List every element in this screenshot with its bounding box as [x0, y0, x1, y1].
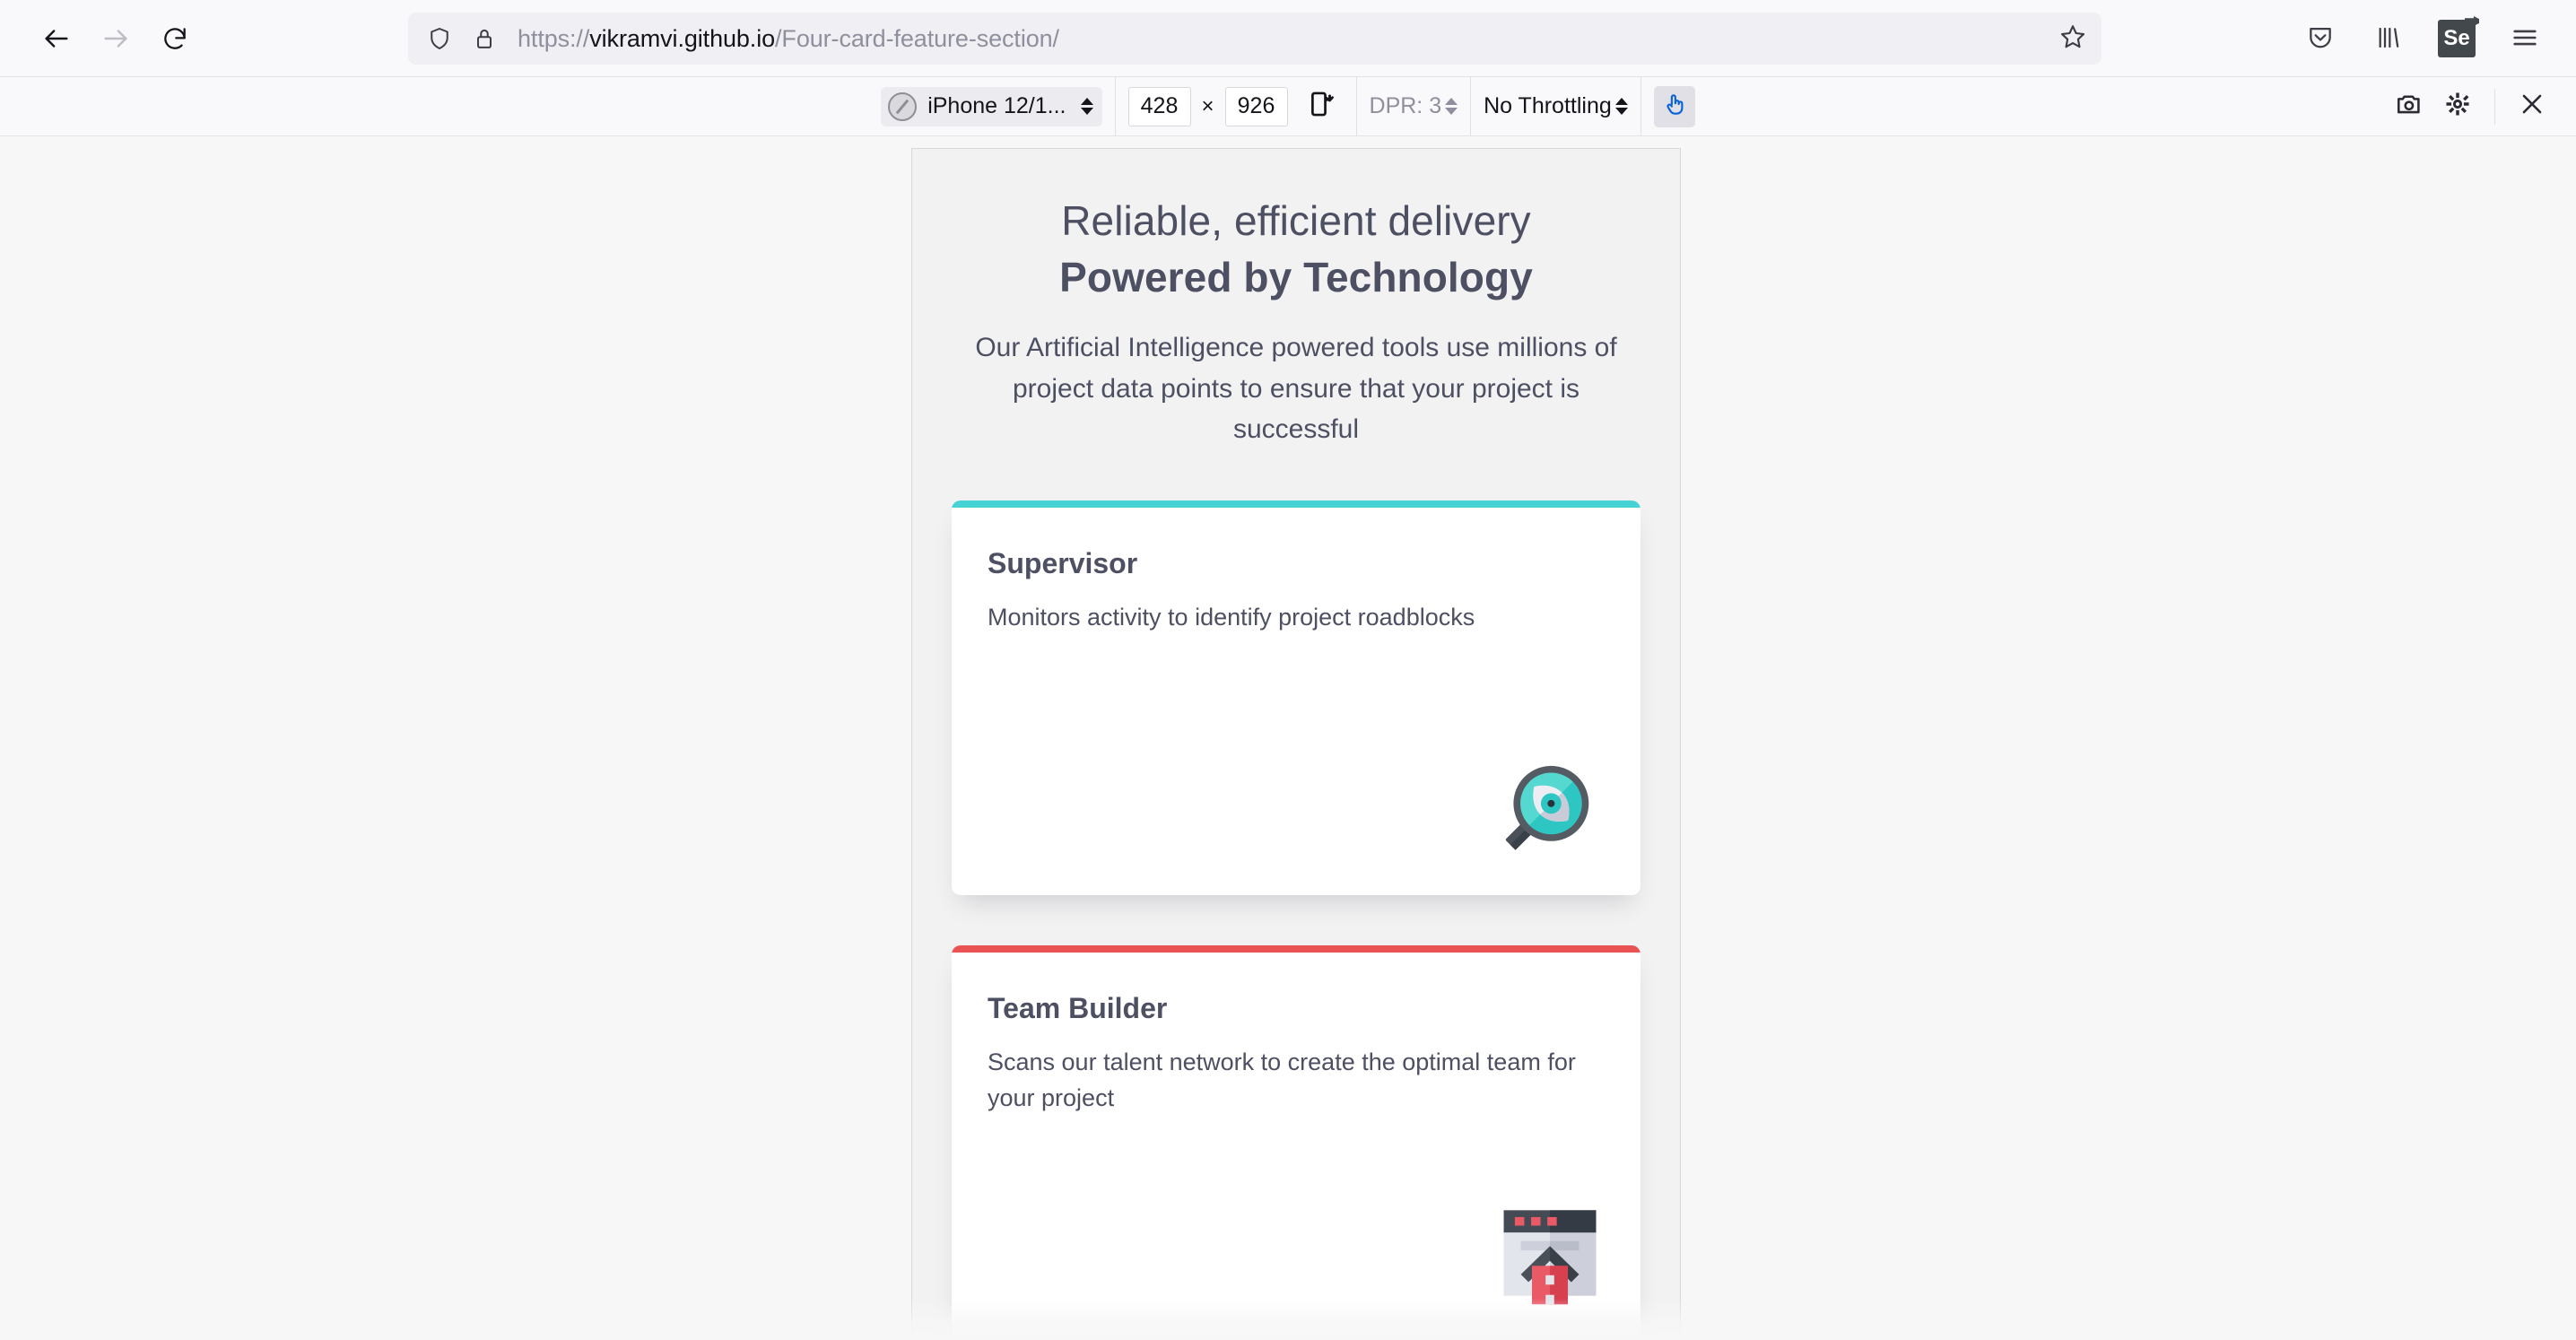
url-scheme: https:// [518, 25, 589, 52]
navigation-buttons [29, 11, 203, 66]
throttling-label: No Throttling [1484, 93, 1612, 119]
card-description: Scans our talent network to create the o… [988, 1045, 1605, 1117]
card-description: Monitors activity to identify project ro… [988, 600, 1605, 636]
throttling-chevron-updown-icon [1615, 98, 1628, 115]
rotate-viewport-button[interactable] [1301, 85, 1344, 128]
responsive-design-mode-toolbar: iPhone 12/1... × DPR: 3 [0, 77, 2576, 136]
rdm-stage: Reliable, efficient delivery Powered by … [0, 136, 2576, 1340]
dpr-chevron-updown-icon [1445, 98, 1458, 115]
library-icon [2374, 23, 2403, 55]
selenium-ide-icon: Se [2438, 20, 2476, 57]
url-path: /Four-card-feature-section/ [775, 25, 1059, 52]
magnifier-eye-icon [1490, 748, 1605, 863]
touch-simulation-button[interactable] [1654, 86, 1695, 127]
card-title: Team Builder [988, 992, 1605, 1025]
dpr-label: DPR: 3 [1370, 93, 1442, 119]
web-page: Reliable, efficient delivery Powered by … [912, 149, 1680, 1340]
address-bar-container: https://vikramvi.github.io/Four-card-fea… [408, 13, 2576, 65]
feature-card-team-builder[interactable]: Team Builder Scans our talent network to… [952, 945, 1640, 1340]
rdm-controls: iPhone 12/1... × DPR: 3 [868, 77, 1708, 136]
hero-title-bold: Powered by Technology [952, 251, 1640, 305]
feature-card-supervisor[interactable]: Supervisor Monitors activity to identify… [952, 500, 1640, 895]
reload-icon [161, 24, 189, 53]
chrome-right-actions: Se [2293, 11, 2553, 66]
browser-home-icon [1490, 1193, 1605, 1308]
device-name-label: iPhone 12/1... [927, 93, 1066, 119]
library-button[interactable] [2361, 11, 2416, 66]
address-bar[interactable]: https://vikramvi.github.io/Four-card-fea… [408, 13, 2102, 65]
pocket-save-icon [2306, 23, 2335, 55]
viewport-width-input[interactable] [1128, 87, 1191, 126]
bookmark-button[interactable] [2046, 13, 2100, 65]
hamburger-menu-icon [2510, 22, 2540, 56]
app-menu-button[interactable] [2497, 11, 2553, 66]
pocket-button[interactable] [2293, 11, 2348, 66]
hero-title-light: Reliable, efficient delivery [952, 196, 1640, 248]
url-host: vikramvi.github.io [589, 25, 775, 52]
dpr-group[interactable]: DPR: 3 [1357, 77, 1472, 136]
selenium-extension-button[interactable]: Se [2429, 11, 2485, 66]
chevron-updown-icon [1081, 98, 1093, 115]
forward-button[interactable] [88, 11, 144, 66]
rdm-actions-divider [2494, 89, 2495, 125]
touch-simulation-group [1641, 77, 1708, 136]
close-icon [2518, 90, 2546, 123]
gear-icon [2443, 90, 2472, 123]
back-arrow-icon [41, 23, 72, 54]
rdm-right-actions [2385, 77, 2556, 136]
dimension-separator: × [1202, 94, 1214, 119]
hero-section: Reliable, efficient delivery Powered by … [952, 196, 1640, 450]
screenshot-button[interactable] [2385, 83, 2433, 131]
device-viewport: Reliable, efficient delivery Powered by … [911, 148, 1681, 1340]
rdm-settings-button[interactable] [2433, 83, 2482, 131]
forward-arrow-icon [100, 23, 131, 54]
device-selector[interactable]: iPhone 12/1... [881, 87, 1101, 126]
safari-browser-icon [888, 92, 917, 121]
device-selector-group: iPhone 12/1... [868, 77, 1115, 136]
touch-simulation-icon [1661, 91, 1688, 122]
back-button[interactable] [29, 11, 84, 66]
viewport-size-group: × [1116, 77, 1357, 136]
camera-icon [2395, 90, 2424, 123]
throttling-group[interactable]: No Throttling [1471, 77, 1641, 136]
hero-description: Our Artificial Intelligence powered tool… [952, 327, 1640, 450]
lock-icon[interactable] [469, 23, 500, 54]
shield-icon[interactable] [424, 23, 455, 54]
rotate-viewport-icon [1307, 89, 1337, 124]
card-title: Supervisor [988, 547, 1605, 580]
browser-toolbar: https://vikramvi.github.io/Four-card-fea… [0, 0, 2576, 76]
reload-button[interactable] [147, 11, 203, 66]
viewport-height-input[interactable] [1225, 87, 1288, 126]
close-rdm-button[interactable] [2508, 83, 2556, 131]
star-icon [2058, 22, 2087, 56]
url-text[interactable]: https://vikramvi.github.io/Four-card-fea… [514, 25, 2085, 53]
